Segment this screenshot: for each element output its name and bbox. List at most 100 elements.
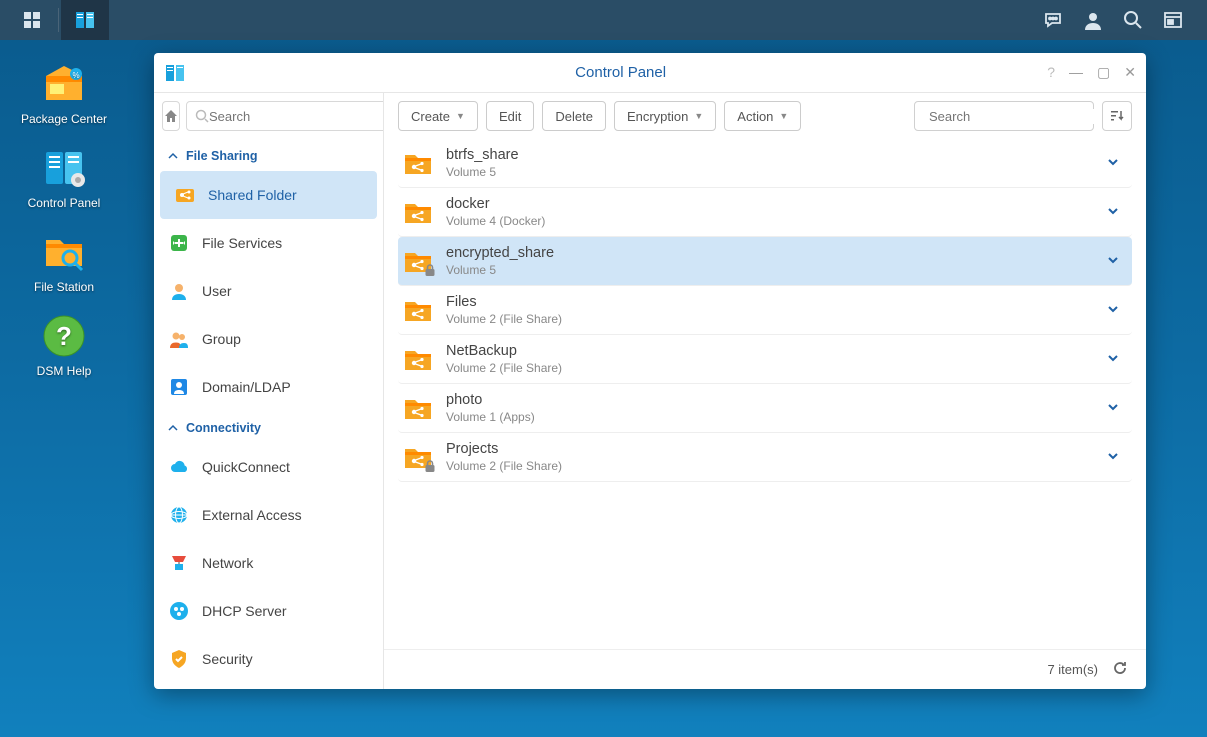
search-icon [195, 109, 209, 123]
sidebar-item-group[interactable]: Group [154, 315, 383, 363]
item-count: 7 item(s) [1047, 662, 1098, 677]
sidebar-home-button[interactable] [162, 101, 180, 131]
main-menu-button[interactable] [8, 0, 56, 40]
share-location: Volume 2 (File Share) [446, 459, 1098, 473]
chevron-down-icon [1106, 253, 1120, 267]
sidebar-section-connectivity[interactable]: Connectivity [154, 411, 383, 443]
shared-folder-icon [402, 245, 434, 277]
sidebar-search[interactable] [186, 101, 384, 131]
separator [58, 8, 59, 32]
edit-button[interactable]: Edit [486, 101, 534, 131]
control-panel-window: Control Panel ? — ▢ ✕ File Sharing [154, 53, 1146, 689]
expand-row-button[interactable] [1098, 155, 1128, 172]
create-button[interactable]: Create▼ [398, 101, 478, 131]
domain-icon [168, 376, 190, 398]
window-maximize-button[interactable]: ▢ [1097, 64, 1110, 81]
share-name: Files [446, 294, 1098, 310]
desktop-icon-dsm-help[interactable]: ? DSM Help [16, 312, 112, 378]
share-location: Volume 5 [446, 165, 1098, 179]
chevron-down-icon [1106, 155, 1120, 169]
file-station-icon [40, 228, 88, 276]
expand-row-button[interactable] [1098, 253, 1128, 270]
share-row[interactable]: Files Volume 2 (File Share) [398, 286, 1132, 335]
sidebar-search-input[interactable] [209, 109, 384, 124]
sidebar-item-network[interactable]: Network [154, 539, 383, 587]
toolbar-search[interactable] [914, 101, 1094, 131]
desktop-icon-package-center[interactable]: % Package Center [16, 60, 112, 126]
sidebar-item-label: External Access [202, 507, 302, 523]
shared-folder-icon [402, 343, 434, 375]
share-name: photo [446, 392, 1098, 408]
desktop-icon-file-station[interactable]: File Station [16, 228, 112, 294]
window-titlebar[interactable]: Control Panel ? — ▢ ✕ [154, 53, 1146, 93]
expand-row-button[interactable] [1098, 400, 1128, 417]
main-pane: Create▼ Edit Delete Encryption▼ Action▼ … [384, 93, 1146, 689]
share-row[interactable]: btrfs_share Volume 5 [398, 139, 1132, 188]
share-row[interactable]: photo Volume 1 (Apps) [398, 384, 1132, 433]
taskbar-app-control-panel[interactable] [61, 0, 109, 40]
share-name: btrfs_share [446, 147, 1098, 163]
shared-folder-list: btrfs_share Volume 5 dockerVolume 4 (Docke… [384, 139, 1146, 649]
window-close-button[interactable]: ✕ [1124, 64, 1136, 81]
chevron-up-icon [168, 151, 178, 161]
chat-bubble-icon [1043, 10, 1063, 30]
sidebar-item-security[interactable]: Security [154, 635, 383, 683]
control-panel-icon [40, 144, 88, 192]
shared-folder-icon [402, 294, 434, 326]
reload-icon [1112, 660, 1128, 676]
sort-button[interactable] [1102, 101, 1132, 131]
share-location: Volume 1 (Apps) [446, 410, 1098, 424]
window-minimize-button[interactable]: — [1069, 64, 1083, 81]
search-button[interactable] [1119, 6, 1147, 34]
user-icon [1083, 10, 1103, 30]
share-name: Projects [446, 441, 1098, 457]
control-panel-icon [74, 9, 96, 31]
sidebar-section-file-sharing[interactable]: File Sharing [154, 139, 383, 171]
share-name: NetBackup [446, 343, 1098, 359]
sidebar-item-user[interactable]: User [154, 267, 383, 315]
chevron-down-icon [1106, 449, 1120, 463]
share-location: Volume 4 (Docker) [446, 214, 1098, 228]
magnifier-icon [1123, 10, 1143, 30]
action-button[interactable]: Action▼ [724, 101, 801, 131]
encryption-button[interactable]: Encryption▼ [614, 101, 716, 131]
sidebar-item-shared-folder[interactable]: Shared Folder [160, 171, 377, 219]
share-row[interactable]: dockerVolume 4 (Docker) [398, 188, 1132, 237]
apps-grid-icon [23, 11, 41, 29]
shared-folder-icon [174, 184, 196, 206]
system-taskbar [0, 0, 1207, 40]
share-location: Volume 2 (File Share) [446, 312, 1098, 326]
sidebar-item-label: DHCP Server [202, 603, 287, 619]
shared-folder-icon [402, 392, 434, 424]
shared-folder-icon [402, 196, 434, 228]
share-row[interactable]: encrypted_shareVolume 5 [398, 237, 1132, 286]
package-center-icon: % [40, 60, 88, 108]
widgets-button[interactable] [1159, 6, 1187, 34]
reload-button[interactable] [1112, 660, 1128, 679]
share-row[interactable]: Projects Volume 2 (File Share) [398, 433, 1132, 482]
window-help-button[interactable]: ? [1047, 64, 1055, 81]
notifications-button[interactable] [1039, 6, 1067, 34]
sidebar-item-label: Shared Folder [208, 187, 297, 203]
globe-icon [168, 504, 190, 526]
caret-down-icon: ▼ [694, 111, 703, 121]
sort-icon [1109, 108, 1125, 124]
sidebar-item-file-services[interactable]: File Services [154, 219, 383, 267]
sidebar-item-domain-ldap[interactable]: Domain/LDAP [154, 363, 383, 411]
sidebar-item-dhcp-server[interactable]: DHCP Server [154, 587, 383, 635]
share-row[interactable]: NetBackup Volume 2 (File Share) [398, 335, 1132, 384]
desktop-icon-control-panel[interactable]: Control Panel [16, 144, 112, 210]
expand-row-button[interactable] [1098, 351, 1128, 368]
user-menu-button[interactable] [1079, 6, 1107, 34]
chevron-down-icon [1106, 400, 1120, 414]
expand-row-button[interactable] [1098, 204, 1128, 221]
share-location: Volume 2 (File Share) [446, 361, 1098, 375]
list-footer: 7 item(s) [384, 649, 1146, 689]
delete-button[interactable]: Delete [542, 101, 606, 131]
lock-icon [423, 263, 437, 280]
expand-row-button[interactable] [1098, 302, 1128, 319]
expand-row-button[interactable] [1098, 449, 1128, 466]
toolbar-search-input[interactable] [929, 109, 1105, 124]
sidebar-item-external-access[interactable]: External Access [154, 491, 383, 539]
sidebar-item-quickconnect[interactable]: QuickConnect [154, 443, 383, 491]
